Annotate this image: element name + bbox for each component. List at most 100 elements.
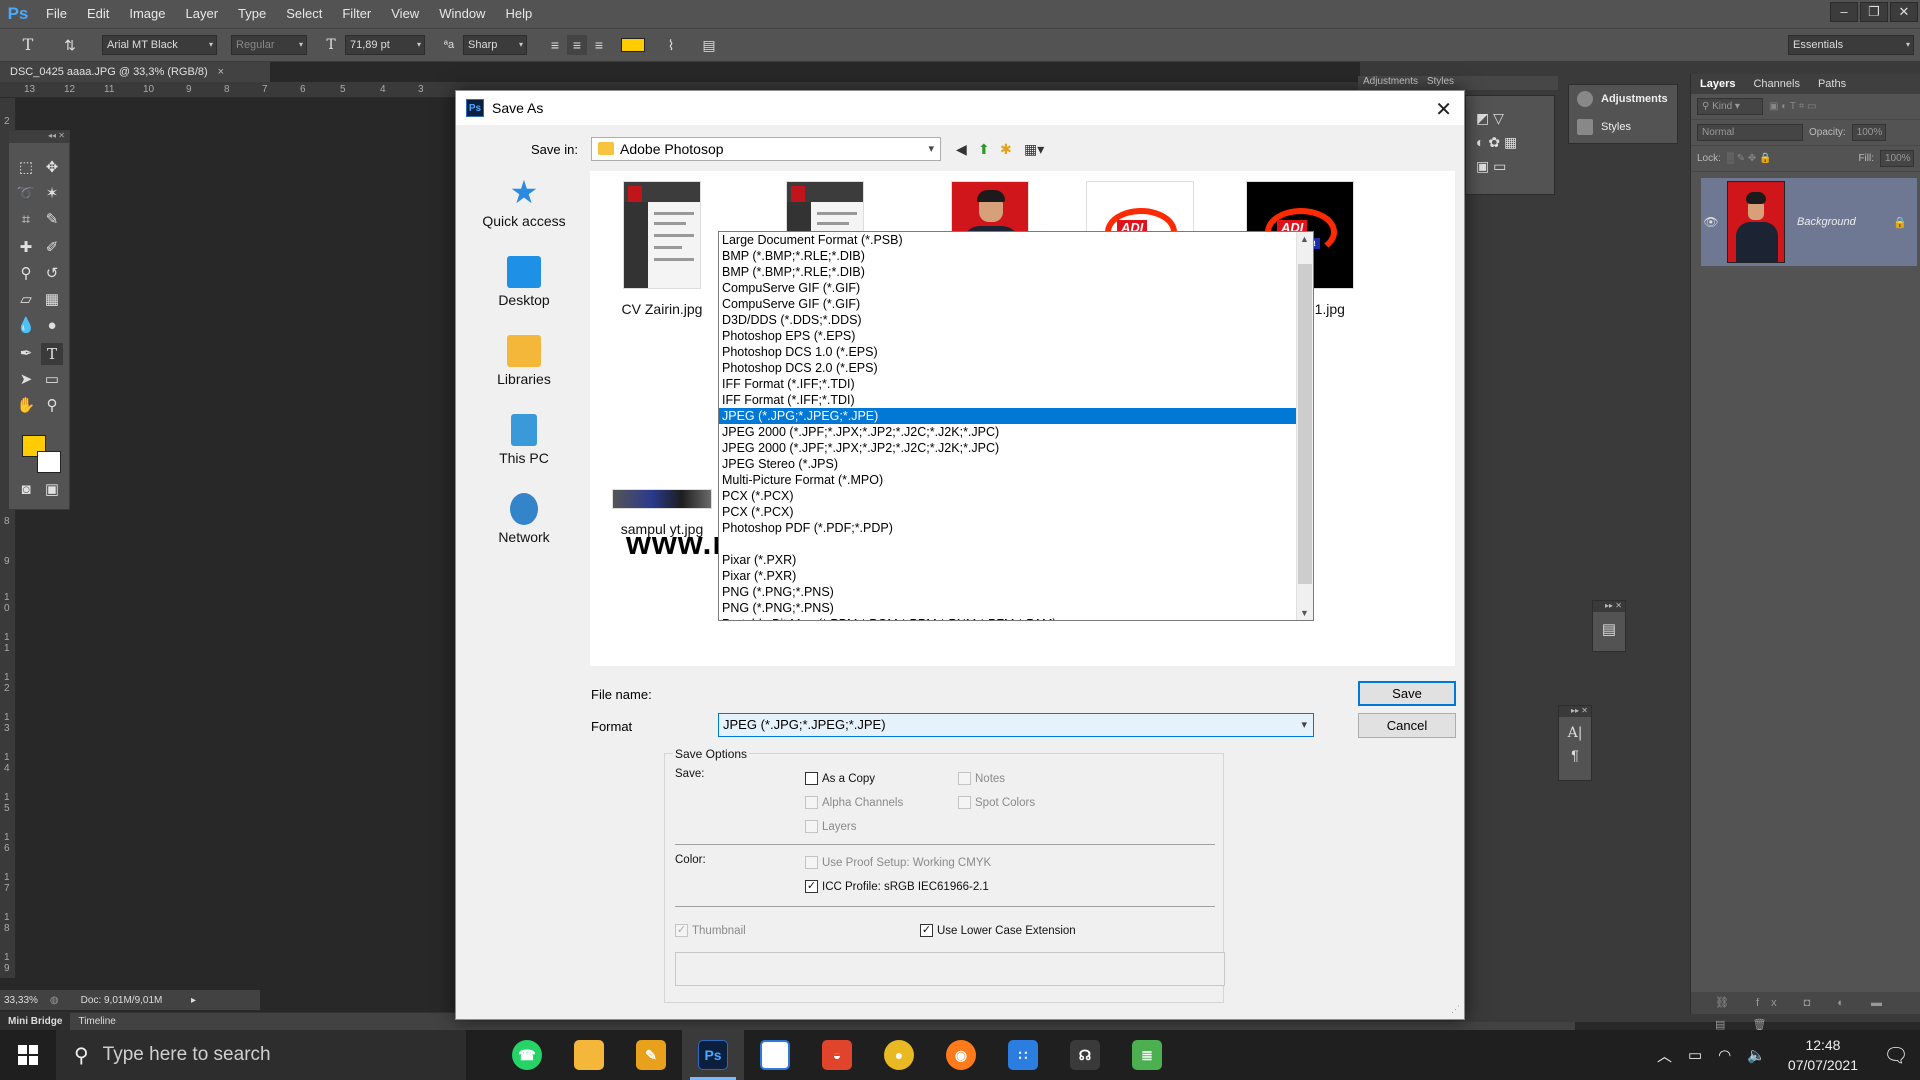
font-style-select[interactable]: Regular ▾ [231,35,307,55]
healing-brush-icon[interactable]: ✚ [15,237,37,259]
place-quick-access[interactable]: ★ Quick access [474,176,574,250]
layer-kind-filter[interactable]: ⚲ Kind ▾ [1697,98,1763,115]
mini-panel-collapse-icon[interactable]: ▸▸ ✕ [1593,601,1625,612]
format-option[interactable]: Portable Bit Map (*.PBM;*.PGM;*.PPM;*.PN… [719,616,1313,620]
format-option[interactable]: IFF Format (*.IFF;*.TDI) [719,392,1313,408]
align-right-icon[interactable]: ≡ [589,35,609,55]
tab-channels[interactable]: Channels [1744,78,1808,90]
spot-colors-checkbox[interactable]: Spot Colors [958,796,1035,809]
taskbar-search[interactable]: ⚲ Type here to search [56,1030,466,1080]
toolbox-collapse-icon[interactable]: ◂◂ ✕ [9,131,69,143]
place-desktop[interactable]: Desktop [474,256,574,329]
crop-tool-icon[interactable]: ⌗ [15,209,37,231]
restore-button[interactable]: ❐ [1860,2,1888,22]
menu-filter[interactable]: Filter [332,0,381,28]
background-color-swatch[interactable] [37,451,61,473]
move-tool-icon[interactable]: ✥ [41,157,63,179]
format-list-scrollbar[interactable]: ▲ ▼ [1296,232,1313,620]
align-left-icon[interactable]: ≡ [545,35,565,55]
taskbar-app-file-explorer[interactable] [558,1030,620,1080]
battery-icon[interactable]: ▭ [1680,1046,1710,1064]
lower-case-extension-checkbox[interactable]: ✓ Use Lower Case Extension [920,924,1076,937]
taskbar-app-firefox[interactable]: ◉ [930,1030,992,1080]
format-option[interactable]: Photoshop DCS 1.0 (*.EPS) [719,344,1313,360]
magic-wand-icon[interactable]: ✶ [41,183,63,205]
tab-close-icon[interactable]: × [218,66,224,78]
save-button[interactable]: Save [1358,681,1456,706]
status-info-icon[interactable]: ◍ [50,995,59,1006]
font-size-select[interactable]: 71,89 pt ▾ [345,35,425,55]
scroll-down-icon[interactable]: ▼ [1300,608,1309,618]
adjustment-icons[interactable]: ◩ ▽ ◐ ✿ ▦ ▣ ▭ [1476,106,1517,178]
format-option[interactable]: Pixar (*.PXR) [719,568,1313,584]
save-in-select[interactable]: Adobe Photosop ▾ [591,137,941,161]
layer-row[interactable]: 👁 Background 🔒 [1701,178,1917,266]
format-option[interactable]: BMP (*.BMP;*.RLE;*.DIB) [719,248,1313,264]
format-option[interactable]: JPEG Stereo (*.JPS) [719,456,1313,472]
scroll-thumb[interactable] [1298,264,1312,584]
resize-grip-icon[interactable]: ⋰ [1451,1004,1460,1015]
wifi-icon[interactable]: ◠ [1710,1046,1739,1064]
antialias-select[interactable]: Sharp ▾ [463,35,527,55]
strip-tab-adjustments[interactable]: Adjustments [1363,76,1418,87]
view-menu-icon[interactable]: ▦▾ [1024,141,1044,158]
rectangle-tool-icon[interactable]: ▭ [41,369,63,391]
tab-layers[interactable]: Layers [1691,78,1744,90]
chevron-up-icon[interactable]: ︿ [1649,1045,1680,1066]
strip-tab-styles[interactable]: Styles [1427,76,1454,87]
zoom-level[interactable]: 33,33% [4,995,38,1006]
alpha-channels-checkbox[interactable]: Alpha Channels [805,796,903,809]
taskbar-app-app-red[interactable]: ◒ [806,1030,868,1080]
lock-icons[interactable]: ▒ ✎ ✥ 🔒 [1727,153,1772,164]
start-button[interactable] [0,1030,56,1080]
use-proof-setup-checkbox[interactable]: Use Proof Setup: Working CMYK [805,856,991,869]
minimize-button[interactable]: – [1830,2,1858,22]
workspace-select[interactable]: Essentials ▾ [1788,35,1914,55]
format-option[interactable]: PNG (*.PNG;*.PNS) [719,584,1313,600]
eyedropper-icon[interactable]: ✎ [41,209,63,231]
screen-mode-icon[interactable]: ▣ [41,479,63,501]
tab-mini-bridge[interactable]: Mini Bridge [0,1012,71,1031]
scroll-up-icon[interactable]: ▲ [1300,234,1309,244]
type-tool-icon[interactable]: T [41,343,63,365]
character-panel-icon[interactable]: ▤ [699,35,719,55]
format-option[interactable]: Pixar (*.PXR) [719,552,1313,568]
format-select[interactable]: JPEG (*.JPG;*.JPEG;*.JPE) ▾ [718,713,1314,737]
new-folder-icon[interactable]: ✱ [1000,141,1012,158]
status-menu-arrow-icon[interactable]: ▸ [191,995,196,1006]
back-icon[interactable]: ◀ [956,141,967,158]
brush-tool-icon[interactable]: ✐ [41,237,63,259]
format-option[interactable]: Photoshop PDF (*.PDF;*.PDP) [719,520,1313,536]
type-tool-icon[interactable]: T [18,35,38,55]
layer-filter-icons[interactable]: ▣ ◐ T ⌗ ▭ [1769,101,1816,112]
warp-text-icon[interactable]: ⌇ [661,35,681,55]
menu-layer[interactable]: Layer [176,0,229,28]
mini-panel-collapse-icon[interactable]: ▸▸ ✕ [1559,706,1591,717]
file-item[interactable]: CV Zairin.jpg [592,181,732,317]
clone-stamp-icon[interactable]: ⚲ [15,263,37,285]
format-option[interactable] [719,536,1313,552]
taskbar-app-app-dots[interactable]: ∷ [992,1030,1054,1080]
dock-styles[interactable]: Styles [1569,113,1677,141]
dialog-close-icon[interactable]: ✕ [1435,97,1452,122]
blend-mode-select[interactable]: Normal [1697,124,1803,141]
menu-select[interactable]: Select [276,0,332,28]
menu-help[interactable]: Help [495,0,542,28]
menu-view[interactable]: View [381,0,429,28]
format-option[interactable]: PNG (*.PNG;*.PNS) [719,600,1313,616]
hand-tool-icon[interactable]: ✋ [15,395,37,417]
dock-adjustments[interactable]: Adjustments [1569,85,1677,113]
notification-icon[interactable]: 🗨 [1872,1043,1920,1068]
format-option[interactable]: BMP (*.BMP;*.RLE;*.DIB) [719,264,1313,280]
font-family-select[interactable]: Arial MT Black ▾ [102,35,217,55]
format-option[interactable]: JPEG (*.JPG;*.JPEG;*.JPE) [719,408,1313,424]
zoom-tool-icon[interactable]: ⚲ [41,395,63,417]
tab-timeline[interactable]: Timeline [70,1016,123,1027]
format-option[interactable]: PCX (*.PCX) [719,504,1313,520]
up-folder-icon[interactable]: ⬆ [978,141,990,158]
format-option[interactable]: Photoshop EPS (*.EPS) [719,328,1313,344]
format-option[interactable]: CompuServe GIF (*.GIF) [719,280,1313,296]
path-select-icon[interactable]: ➤ [15,369,37,391]
taskbar-app-whatsapp[interactable]: ☎ [496,1030,558,1080]
properties-icon[interactable]: ▤ [1593,620,1625,638]
